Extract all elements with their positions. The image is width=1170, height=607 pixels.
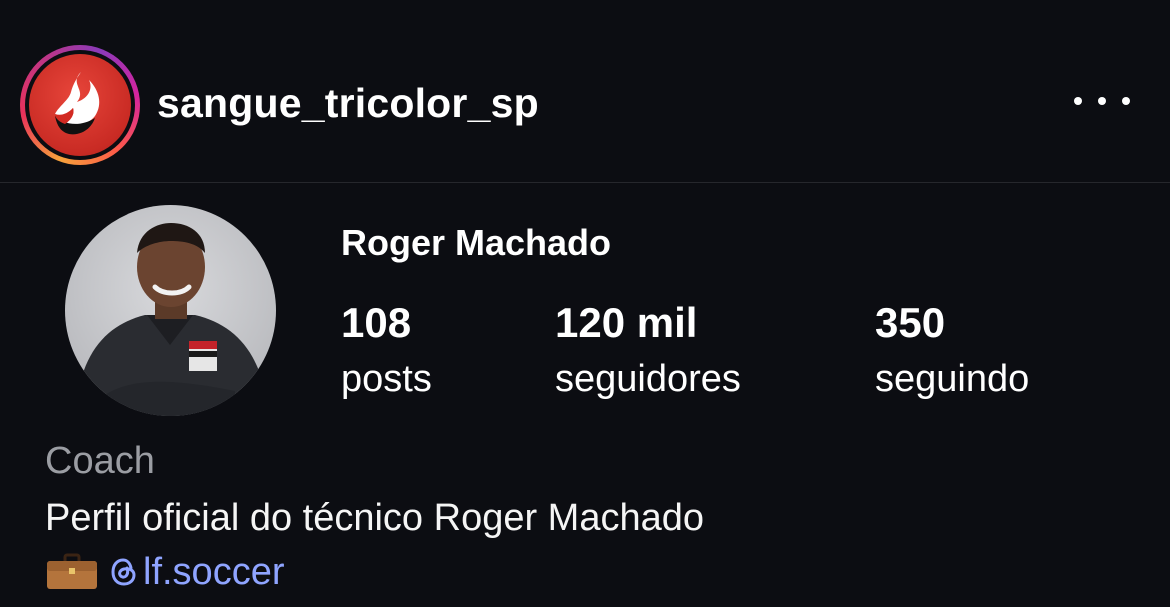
briefcase-icon	[45, 553, 99, 591]
post-username[interactable]: sangue_tricolor_sp	[157, 80, 539, 127]
more-horizontal-icon	[1074, 97, 1082, 105]
profile-display-name: Roger Machado	[341, 222, 612, 263]
stat-posts-label: posts	[341, 358, 432, 400]
profile-bio: Perfil oficial do técnico Roger Machado	[45, 497, 705, 539]
account-logo-icon	[29, 54, 131, 156]
threads-profile-link[interactable]: lf.soccer	[107, 551, 284, 594]
stat-posts[interactable]: 108 posts	[341, 298, 432, 404]
stat-followers-label: seguidores	[555, 358, 741, 400]
post-header: sangue_tricolor_sp	[0, 0, 1170, 183]
threads-handle: lf.soccer	[143, 550, 285, 593]
profile-avatar[interactable]	[65, 205, 276, 416]
stat-following-label: seguindo	[875, 358, 1030, 400]
threads-icon	[111, 558, 136, 586]
more-options-button[interactable]	[1074, 86, 1130, 116]
stat-following-value: 350	[875, 299, 946, 346]
stat-followers-value: 120 mil	[555, 299, 698, 346]
stat-followers[interactable]: 120 mil seguidores	[555, 298, 741, 404]
profile-link-row: lf.soccer	[45, 549, 284, 595]
stat-following[interactable]: 350 seguindo	[875, 298, 1029, 404]
story-ring-avatar[interactable]	[20, 45, 140, 165]
stat-posts-value: 108	[341, 299, 412, 346]
profile-category: Coach	[45, 440, 155, 482]
